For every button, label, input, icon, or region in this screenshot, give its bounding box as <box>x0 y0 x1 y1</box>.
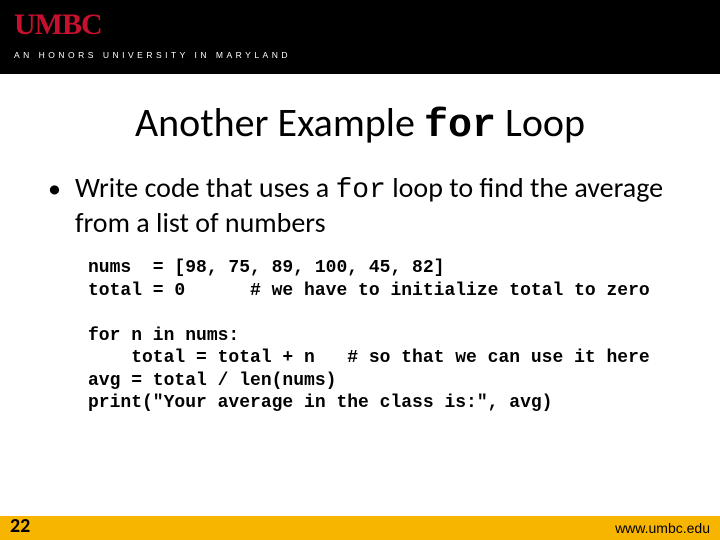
code-line-1: nums = [98, 75, 89, 100, 45, 82] <box>88 258 444 278</box>
title-post: Loop <box>496 98 585 147</box>
code-block: nums = [98, 75, 89, 100, 45, 82] total =… <box>88 257 690 415</box>
bullet-mono: for <box>335 175 385 206</box>
slide-body: • Write code that uses a for loop to fin… <box>48 172 690 415</box>
code-line-5: avg = total / len(nums) <box>88 371 336 391</box>
bullet-row: • Write code that uses a for loop to fin… <box>48 172 690 239</box>
header-band: UMBC AN HONORS UNIVERSITY IN MARYLAND <box>0 0 720 74</box>
title-mono: for <box>424 104 496 149</box>
code-line-2: total = 0 # we have to initialize total … <box>88 281 650 301</box>
code-line-4: total = total + n # so that we can use i… <box>88 348 650 368</box>
code-line-3: for n in nums: <box>88 326 239 346</box>
bullet-text: Write code that uses a for loop to find … <box>75 172 690 239</box>
code-line-6: print("Your average in the class is:", a… <box>88 393 552 413</box>
umbc-logo: UMBC <box>14 8 102 42</box>
slide-title: Another Example for Loop <box>0 98 720 149</box>
bullet-dot-icon: • <box>48 174 61 203</box>
footer-url: www.umbc.edu <box>615 520 710 536</box>
page-number: 22 <box>10 514 30 538</box>
title-pre: Another Example <box>135 98 424 147</box>
slide: UMBC AN HONORS UNIVERSITY IN MARYLAND An… <box>0 0 720 540</box>
bullet-pre: Write code that uses a <box>75 170 336 205</box>
footer-bar: 22 www.umbc.edu <box>0 516 720 540</box>
tagline-text: AN HONORS UNIVERSITY IN MARYLAND <box>14 50 291 60</box>
